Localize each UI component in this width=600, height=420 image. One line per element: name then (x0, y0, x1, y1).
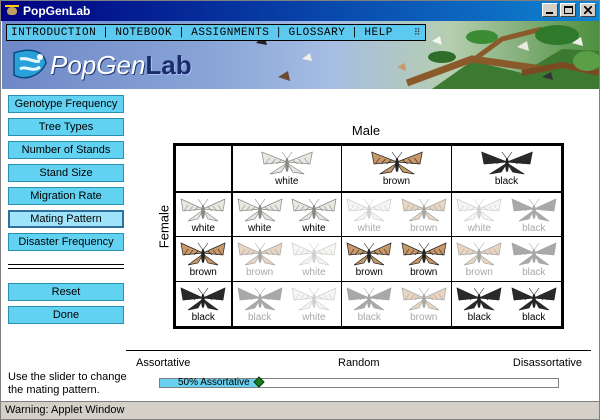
moth-icon (237, 287, 283, 311)
male-header-brown: brown (341, 145, 452, 192)
matrix-cell: black white (231, 281, 342, 327)
maximize-button[interactable] (560, 3, 576, 17)
moth-icon (370, 151, 423, 175)
maximize-icon (563, 6, 573, 14)
dna-moth-logo-icon (10, 45, 50, 85)
window-title: PopGenLab (23, 4, 91, 18)
male-header-white: white (231, 145, 342, 192)
moth-icon (511, 287, 557, 311)
sidebar-divider (8, 264, 124, 269)
minimize-button[interactable] (542, 3, 558, 17)
slider-help-text: Use the slider to change the mating patt… (8, 371, 127, 396)
moth-icon (456, 242, 502, 266)
close-icon (584, 6, 592, 14)
sidebar: Genotype Frequency Tree Types Number of … (8, 95, 124, 329)
header-banner: INTRODUCTION | NOTEBOOK | ASSIGNMENTS | … (2, 21, 599, 89)
genotype-frequency-button[interactable]: Genotype Frequency (8, 95, 124, 113)
window-controls (542, 3, 596, 17)
menu-assignments[interactable]: ASSIGNMENTS (191, 27, 269, 39)
matrix-cell: brown black (451, 236, 562, 282)
random-label: Random (338, 357, 380, 369)
female-header-white: white (175, 190, 233, 237)
moth-icon (260, 151, 313, 175)
menu-glossary[interactable]: GLOSSARY (288, 27, 345, 39)
app-logo: PopGenLab (10, 45, 192, 85)
matrix-cell: brown brown (341, 236, 452, 282)
number-of-stands-button[interactable]: Number of Stands (8, 141, 124, 159)
dots-icon: ⠿ (413, 27, 421, 38)
moth-icon (401, 287, 447, 311)
moth-icon (401, 242, 447, 266)
moth-icon (401, 197, 447, 221)
migration-rate-button[interactable]: Migration Rate (8, 187, 124, 205)
reset-button[interactable]: Reset (8, 283, 124, 301)
close-button[interactable] (580, 3, 596, 17)
main-menu: INTRODUCTION | NOTEBOOK | ASSIGNMENTS | … (6, 24, 426, 41)
moth-icon (237, 197, 283, 221)
moth-icon (291, 287, 337, 311)
stand-size-button[interactable]: Stand Size (8, 164, 124, 182)
matrix-cell: white brown (341, 190, 452, 237)
female-axis-label: Female (156, 204, 172, 249)
slider-divider (126, 350, 591, 351)
menu-separator: | (351, 26, 359, 39)
moth-icon (346, 287, 392, 311)
done-button[interactable]: Done (8, 306, 124, 324)
menu-notebook[interactable]: NOTEBOOK (115, 27, 172, 39)
logo-text: PopGenLab (50, 49, 192, 80)
menu-separator: | (102, 26, 110, 39)
moth-icon (291, 242, 337, 266)
matrix-cell: white black (451, 190, 562, 237)
moth-icon (346, 242, 392, 266)
status-bar: Warning: Applet Window (1, 401, 599, 419)
tree-types-button[interactable]: Tree Types (8, 118, 124, 136)
assortative-label: Assortative (136, 357, 191, 369)
moth-icon (480, 151, 533, 175)
moth-icon (511, 242, 557, 266)
moth-icon (180, 197, 226, 221)
disaster-frequency-button[interactable]: Disaster Frequency (8, 233, 124, 251)
matrix-cell: white white (231, 190, 342, 237)
moth-icon (456, 287, 502, 311)
matrix-corner (175, 145, 233, 192)
moth-icon (511, 197, 557, 221)
matrix-cell: black black (451, 281, 562, 327)
moth-icon (291, 197, 337, 221)
moth-icon (456, 197, 502, 221)
female-header-black: black (175, 281, 233, 327)
matrix-cell: black brown (341, 281, 452, 327)
status-text: Warning: Applet Window (5, 404, 125, 416)
java-app-icon (5, 4, 19, 18)
title-bar[interactable]: PopGenLab (1, 1, 599, 21)
moth-icon (346, 197, 392, 221)
male-axis-label: Male (351, 123, 381, 138)
slider-value-text: 50% Assortative (178, 377, 250, 388)
male-header-black: black (451, 145, 562, 192)
mating-pattern-button[interactable]: Mating Pattern (8, 210, 124, 228)
menu-separator: | (275, 26, 283, 39)
menu-help[interactable]: HELP (364, 27, 392, 39)
moth-icon (180, 287, 226, 311)
moth-icon (237, 242, 283, 266)
applet-window: PopGenLab INTRODUCTION | NOTEBOOK | ASSI… (0, 0, 600, 420)
menu-introduction[interactable]: INTRODUCTION (11, 27, 96, 39)
mating-pattern-slider[interactable]: 50% Assortative (159, 376, 559, 388)
disassortative-label: Disassortative (512, 357, 582, 369)
moth-icon (180, 242, 226, 266)
minimize-icon (546, 12, 553, 14)
mating-matrix: white brown black white white white whit… (173, 143, 564, 329)
female-header-brown: brown (175, 236, 233, 282)
matrix-cell: brown white (231, 236, 342, 282)
menu-separator: | (178, 26, 186, 39)
